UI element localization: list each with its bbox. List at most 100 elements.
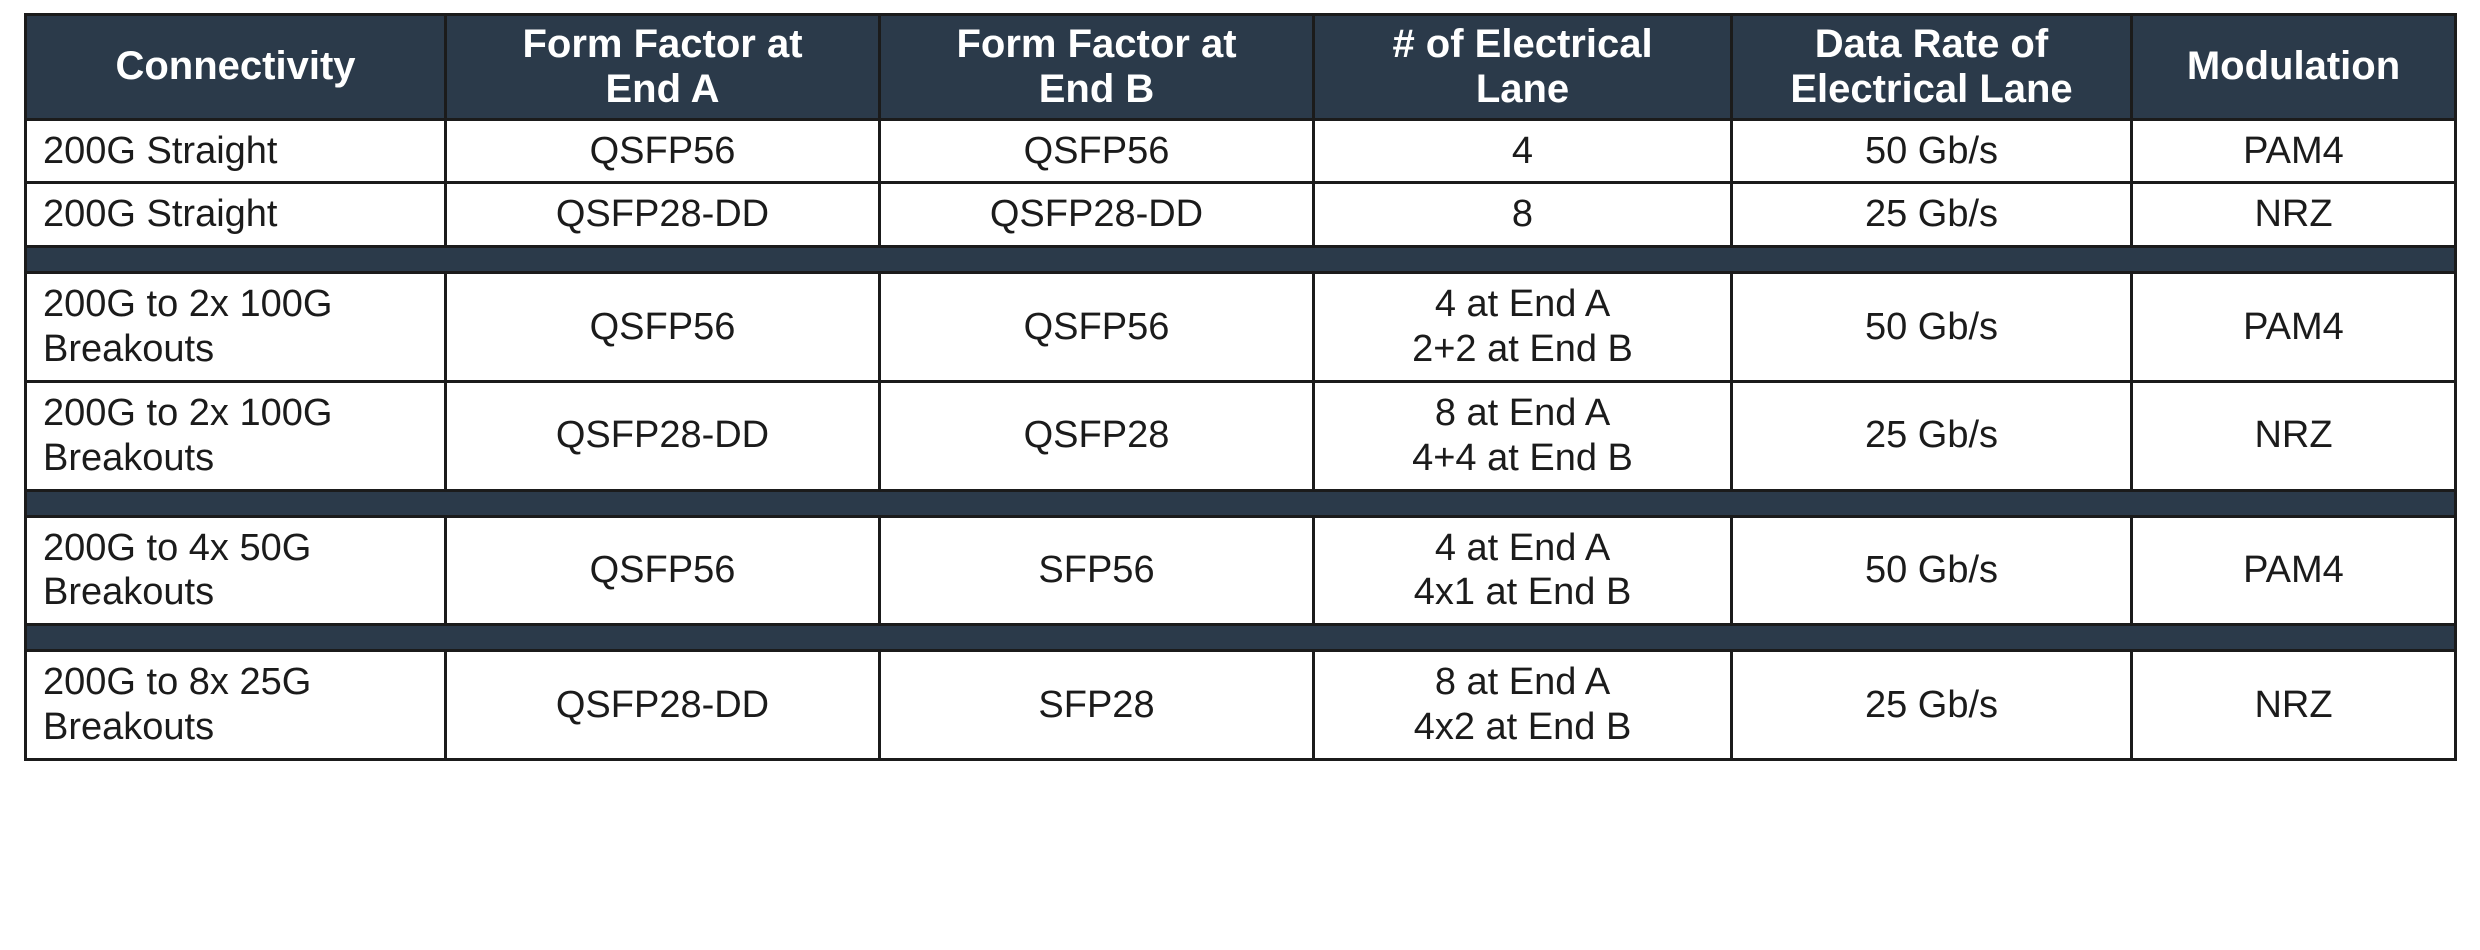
cell-line: 50 Gb/s bbox=[1864, 305, 1999, 348]
cell-modulation: NRZ bbox=[2130, 379, 2457, 492]
cell-line: 25 Gb/s bbox=[1864, 414, 1999, 457]
cell-line: Breakouts bbox=[43, 706, 215, 749]
cell-line: NRZ bbox=[2254, 683, 2333, 726]
cell-line: 8 at End A bbox=[1434, 661, 1611, 704]
cell-line: 8 at End A bbox=[1434, 391, 1611, 434]
cell-line: 200G Straight bbox=[43, 129, 278, 172]
header-line: Form Factor at bbox=[956, 22, 1237, 66]
cell-connectivity: 200G Straight bbox=[24, 181, 447, 249]
cell-form-factor-end-a: QSFP28-DD bbox=[444, 181, 881, 249]
cell-line: QSFP56 bbox=[1023, 305, 1170, 348]
header-line: # of Electrical bbox=[1392, 22, 1653, 66]
cell-line: Breakouts bbox=[43, 328, 215, 371]
cell-line: QSFP56 bbox=[589, 548, 736, 591]
cell-line: PAM4 bbox=[2243, 548, 2344, 591]
cell-line: 4x1 at End B bbox=[1413, 571, 1632, 614]
cell-electrical-lane-count: 8 at End A 4+4 at End B bbox=[1312, 379, 1733, 492]
cell-line: QSFP28-DD bbox=[555, 414, 770, 457]
header-line: Modulation bbox=[2186, 44, 2401, 89]
cell-modulation: PAM4 bbox=[2130, 117, 2457, 185]
group-separator-cell bbox=[24, 623, 2457, 653]
cell-line: 25 Gb/s bbox=[1864, 193, 1999, 236]
cell-line: 200G to 8x 25G bbox=[43, 661, 312, 704]
cell-electrical-lane-count: 4 at End A 2+2 at End B bbox=[1312, 271, 1733, 383]
cell-form-factor-end-a: QSFP56 bbox=[444, 271, 881, 383]
cell-line: SFP56 bbox=[1038, 548, 1155, 591]
header-row: Connectivity Form Factor at End A Form Fact… bbox=[24, 13, 2457, 121]
cell-data-rate: 25 Gb/s bbox=[1730, 181, 2133, 249]
cell-data-rate: 25 Gb/s bbox=[1730, 649, 2133, 761]
cell-line: QSFP56 bbox=[1023, 129, 1170, 172]
cell-connectivity: 200G to 2x 100G Breakouts bbox=[24, 379, 447, 492]
header-line: Form Factor at bbox=[522, 22, 803, 66]
cell-line: 4 at End A bbox=[1434, 283, 1611, 326]
header-line: Lane bbox=[1475, 66, 1570, 111]
cell-data-rate: 50 Gb/s bbox=[1730, 514, 2133, 627]
header-line: Connectivity bbox=[115, 44, 356, 89]
cell-line: 25 Gb/s bbox=[1864, 683, 1999, 726]
cell-line: 200G to 2x 100G bbox=[43, 283, 333, 326]
cell-line: QSFP28-DD bbox=[555, 193, 770, 236]
cell-form-factor-end-b: QSFP28 bbox=[878, 379, 1315, 492]
cell-line: 8 bbox=[1511, 193, 1534, 236]
table-header: Connectivity Form Factor at End A Form Fact… bbox=[24, 13, 2457, 121]
cell-line: 2+2 at End B bbox=[1412, 328, 1633, 371]
cell-line: QSFP28-DD bbox=[989, 193, 1204, 236]
table-row: 200G to 2x 100G Breakouts QSFP28-DD QSFP28 8… bbox=[24, 379, 2457, 492]
cell-electrical-lane-count: 4 at End A 4x1 at End B bbox=[1312, 514, 1733, 627]
cell-form-factor-end-b: QSFP28-DD bbox=[878, 181, 1315, 249]
cell-form-factor-end-a: QSFP28-DD bbox=[444, 649, 881, 761]
cell-form-factor-end-a: QSFP56 bbox=[444, 117, 881, 185]
cell-modulation: NRZ bbox=[2130, 649, 2457, 761]
table-row: 200G Straight QSFP56 QSFP56 4 50 Gb/s PAM4 bbox=[24, 117, 2457, 185]
table-row: 200G Straight QSFP28-DD QSFP28-DD 8 25 Gb/s N… bbox=[24, 181, 2457, 249]
header-line: End B bbox=[1038, 66, 1155, 111]
cell-data-rate: 50 Gb/s bbox=[1730, 117, 2133, 185]
cell-line: NRZ bbox=[2254, 193, 2333, 236]
connectivity-spec-table: Connectivity Form Factor at End A Form Fact… bbox=[24, 13, 2457, 761]
cell-data-rate: 25 Gb/s bbox=[1730, 379, 2133, 492]
cell-connectivity: 200G to 4x 50G Breakouts bbox=[24, 514, 447, 627]
cell-line: 50 Gb/s bbox=[1864, 548, 1999, 591]
header-line: Electrical Lane bbox=[1790, 66, 2073, 111]
cell-line: 4+4 at End B bbox=[1412, 436, 1633, 479]
cell-line: SFP28 bbox=[1038, 683, 1155, 726]
column-header-connectivity: Connectivity bbox=[24, 13, 447, 121]
cell-line: QSFP56 bbox=[589, 305, 736, 348]
cell-form-factor-end-a: QSFP56 bbox=[444, 514, 881, 627]
column-header-form-factor-end-b: Form Factor at End B bbox=[878, 13, 1315, 121]
spec-table-container: Connectivity Form Factor at End A Form Fact… bbox=[24, 13, 2457, 761]
group-separator-band bbox=[24, 245, 2457, 275]
cell-line: 200G to 2x 100G bbox=[43, 391, 333, 434]
cell-line: 200G Straight bbox=[43, 193, 278, 236]
table-row: 200G to 2x 100G Breakouts QSFP56 QSFP56 4 at… bbox=[24, 271, 2457, 383]
table-body: 200G Straight QSFP56 QSFP56 4 50 Gb/s PAM4 200… bbox=[24, 117, 2457, 761]
table-row: 200G to 8x 25G Breakouts QSFP28-DD SFP28 8 a… bbox=[24, 649, 2457, 761]
cell-line: Breakouts bbox=[43, 436, 215, 479]
cell-form-factor-end-b: QSFP56 bbox=[878, 117, 1315, 185]
cell-connectivity: 200G to 2x 100G Breakouts bbox=[24, 271, 447, 383]
cell-line: 200G to 4x 50G bbox=[43, 526, 312, 569]
cell-data-rate: 50 Gb/s bbox=[1730, 271, 2133, 383]
group-separator-band bbox=[24, 488, 2457, 518]
column-header-modulation: Modulation bbox=[2130, 13, 2457, 121]
column-header-electrical-lane-count: # of Electrical Lane bbox=[1312, 13, 1733, 121]
header-line: Data Rate of bbox=[1814, 22, 2049, 66]
group-separator-band bbox=[24, 623, 2457, 653]
cell-connectivity: 200G Straight bbox=[24, 117, 447, 185]
cell-line: Breakouts bbox=[43, 571, 215, 614]
table-row: 200G to 4x 50G Breakouts QSFP56 SFP56 4 at E… bbox=[24, 514, 2457, 627]
cell-line: QSFP28-DD bbox=[555, 683, 770, 726]
cell-modulation: PAM4 bbox=[2130, 271, 2457, 383]
cell-connectivity: 200G to 8x 25G Breakouts bbox=[24, 649, 447, 761]
cell-line: 50 Gb/s bbox=[1864, 129, 1999, 172]
group-separator-cell bbox=[24, 488, 2457, 518]
cell-modulation: PAM4 bbox=[2130, 514, 2457, 627]
cell-line: 4 bbox=[1511, 129, 1534, 172]
cell-line: 4x2 at End B bbox=[1413, 706, 1632, 749]
cell-line: PAM4 bbox=[2243, 129, 2344, 172]
cell-form-factor-end-b: SFP28 bbox=[878, 649, 1315, 761]
header-line: End A bbox=[605, 66, 720, 111]
cell-modulation: NRZ bbox=[2130, 181, 2457, 249]
group-separator-cell bbox=[24, 245, 2457, 275]
